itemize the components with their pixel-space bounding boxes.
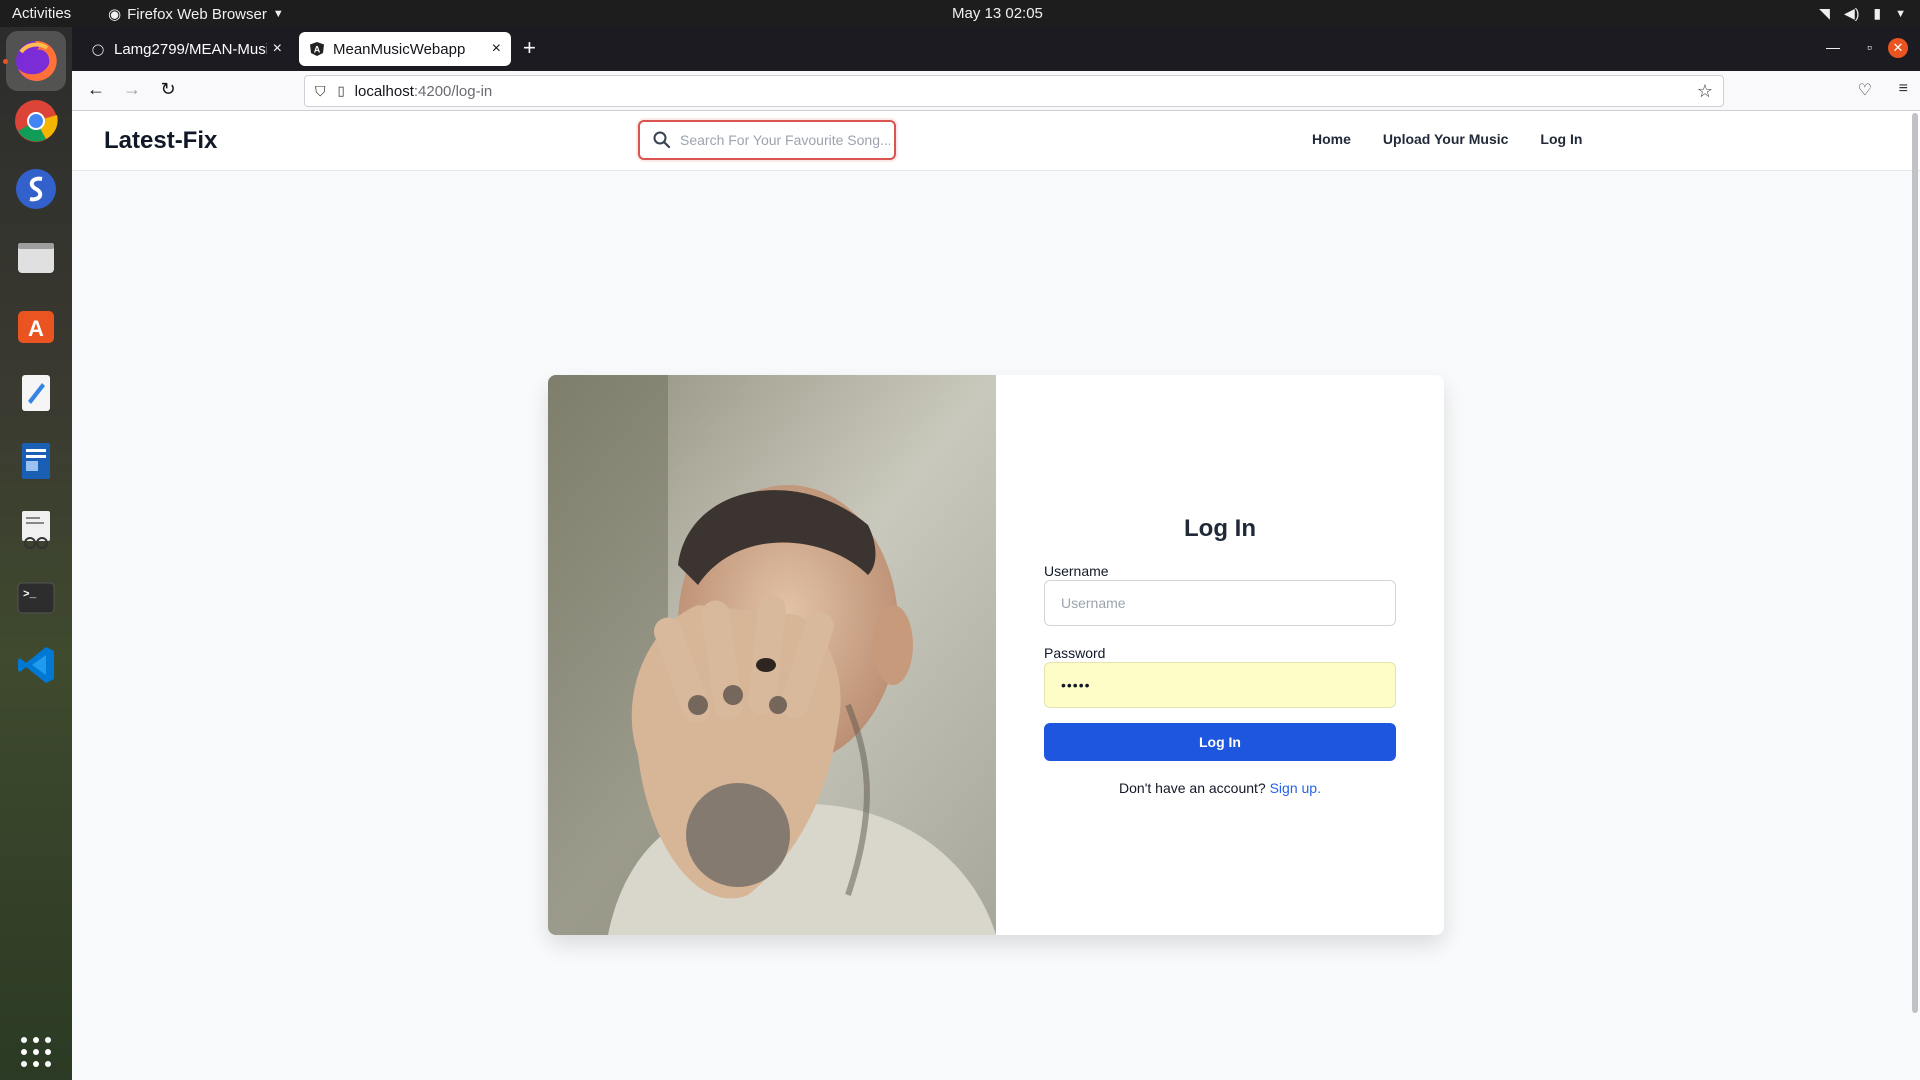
writer-icon xyxy=(22,443,50,479)
tracking-shield-icon[interactable]: ⛉ xyxy=(315,83,326,100)
search-box[interactable] xyxy=(638,120,896,160)
dock-software[interactable]: A xyxy=(11,300,61,350)
app-menu[interactable]: ◉ Firefox Web Browser ▼ xyxy=(108,5,284,24)
dock: A >_ xyxy=(0,27,72,1080)
firefox-icon xyxy=(16,40,57,81)
dock-chrome[interactable] xyxy=(11,96,61,146)
site-header: Latest-Fix Home Upload Your Music Log In xyxy=(72,111,1920,171)
minimize-icon[interactable]: — xyxy=(1826,39,1840,55)
pocket-icon[interactable]: ♡ xyxy=(1858,80,1872,100)
artist-photo xyxy=(548,375,996,935)
dock-simplenote[interactable] xyxy=(11,164,61,214)
vscode-icon xyxy=(18,647,54,683)
angular-icon: A xyxy=(309,41,325,57)
svg-text:A: A xyxy=(314,45,321,55)
nav-home-link[interactable]: Home xyxy=(1312,131,1351,147)
app-grid-icon xyxy=(21,1037,51,1067)
svg-text:A: A xyxy=(28,316,44,341)
software-center-icon: A xyxy=(18,311,54,343)
dock-app-grid[interactable] xyxy=(11,1027,61,1077)
tab-title: Lamg2799/MEAN-Music-Webapp xyxy=(114,40,267,58)
system-tray[interactable]: ◥ ◀) ▮ ▼ xyxy=(1819,5,1906,22)
url-host: localhost xyxy=(354,82,414,100)
url-bar[interactable]: ⛉ ▯ localhost:4200/log-in ☆ xyxy=(304,75,1724,107)
page-info-icon[interactable]: ▯ xyxy=(338,83,345,99)
dock-text-editor[interactable] xyxy=(11,368,61,418)
password-label: Password xyxy=(1044,645,1106,661)
browser-nav-bar: ← → ↻ ⛉ ▯ localhost:4200/log-in ☆ ♡ ≡ xyxy=(72,71,1920,111)
files-icon xyxy=(18,243,54,273)
search-input[interactable] xyxy=(680,132,890,148)
svg-text:>_: >_ xyxy=(23,589,37,601)
dock-writer[interactable] xyxy=(11,436,61,486)
new-tab-icon[interactable]: + xyxy=(523,37,536,59)
terminal-icon: >_ xyxy=(17,582,55,614)
power-menu-caret-icon: ▼ xyxy=(1895,7,1906,20)
back-icon[interactable]: ← xyxy=(84,79,108,100)
tab-github[interactable]: ◯ Lamg2799/MEAN-Music-Webapp × xyxy=(80,32,292,66)
clock[interactable]: May 13 02:05 xyxy=(952,5,1043,22)
document-viewer-icon xyxy=(22,511,50,549)
signup-prompt: Don't have an account? Sign up. xyxy=(996,780,1444,796)
window-close-icon[interactable]: ✕ xyxy=(1888,38,1908,58)
wifi-icon: ◥ xyxy=(1819,5,1830,21)
dock-firefox[interactable] xyxy=(6,31,66,91)
dock-document-viewer[interactable] xyxy=(11,504,61,554)
bookmark-star-icon[interactable]: ☆ xyxy=(1697,81,1713,102)
dock-terminal[interactable]: >_ xyxy=(11,572,61,622)
activities-button[interactable]: Activities xyxy=(12,5,71,22)
username-field[interactable] xyxy=(1044,580,1396,626)
github-icon: ◯ xyxy=(91,43,105,56)
caret-down-icon: ▼ xyxy=(272,8,284,20)
url-path: :4200/log-in xyxy=(413,82,493,100)
dock-files[interactable] xyxy=(11,232,61,282)
brand-logo[interactable]: Latest-Fix xyxy=(104,127,217,155)
signup-link[interactable]: Sign up. xyxy=(1270,780,1321,796)
battery-icon: ▮ xyxy=(1873,5,1882,21)
login-card: Log In Username Password Log In Don't ha… xyxy=(548,375,1444,935)
simplenote-icon xyxy=(16,169,56,209)
browser-tab-bar: ◯ Lamg2799/MEAN-Music-Webapp × A MeanMus… xyxy=(72,27,1920,71)
system-top-bar: Activities ◉ Firefox Web Browser ▼ May 1… xyxy=(0,0,1920,27)
nav-login-link[interactable]: Log In xyxy=(1540,131,1582,147)
reload-icon[interactable]: ↻ xyxy=(156,79,180,100)
forward-icon[interactable]: → xyxy=(120,79,144,100)
search-icon xyxy=(653,131,671,149)
text-editor-icon xyxy=(22,375,50,411)
login-form: Log In Username Password Log In Don't ha… xyxy=(996,375,1444,935)
chrome-icon xyxy=(15,100,58,142)
firefox-small-icon: ◉ xyxy=(108,6,122,23)
web-page: Latest-Fix Home Upload Your Music Log In xyxy=(72,111,1920,1080)
form-title: Log In xyxy=(1184,515,1256,542)
page-scrollbar[interactable] xyxy=(1912,113,1918,1013)
running-indicator xyxy=(3,59,8,64)
hamburger-menu-icon[interactable]: ≡ xyxy=(1899,80,1908,98)
tab-meanmusicwebapp[interactable]: A MeanMusicWebapp × xyxy=(299,32,511,66)
login-button[interactable]: Log In xyxy=(1044,723,1396,761)
app-menu-label: Firefox Web Browser xyxy=(127,5,267,23)
username-label: Username xyxy=(1044,563,1109,579)
tab-title: MeanMusicWebapp xyxy=(333,40,466,58)
site-nav: Home Upload Your Music Log In xyxy=(1312,131,1582,147)
dock-vscode[interactable] xyxy=(11,640,61,690)
volume-icon: ◀) xyxy=(1843,5,1860,21)
close-icon[interactable]: × xyxy=(273,40,282,58)
password-field[interactable] xyxy=(1044,662,1396,708)
restore-icon[interactable]: ▫ xyxy=(1867,39,1872,55)
close-icon[interactable]: × xyxy=(492,40,501,58)
signup-prompt-text: Don't have an account? xyxy=(1119,780,1266,796)
nav-upload-link[interactable]: Upload Your Music xyxy=(1383,131,1509,147)
